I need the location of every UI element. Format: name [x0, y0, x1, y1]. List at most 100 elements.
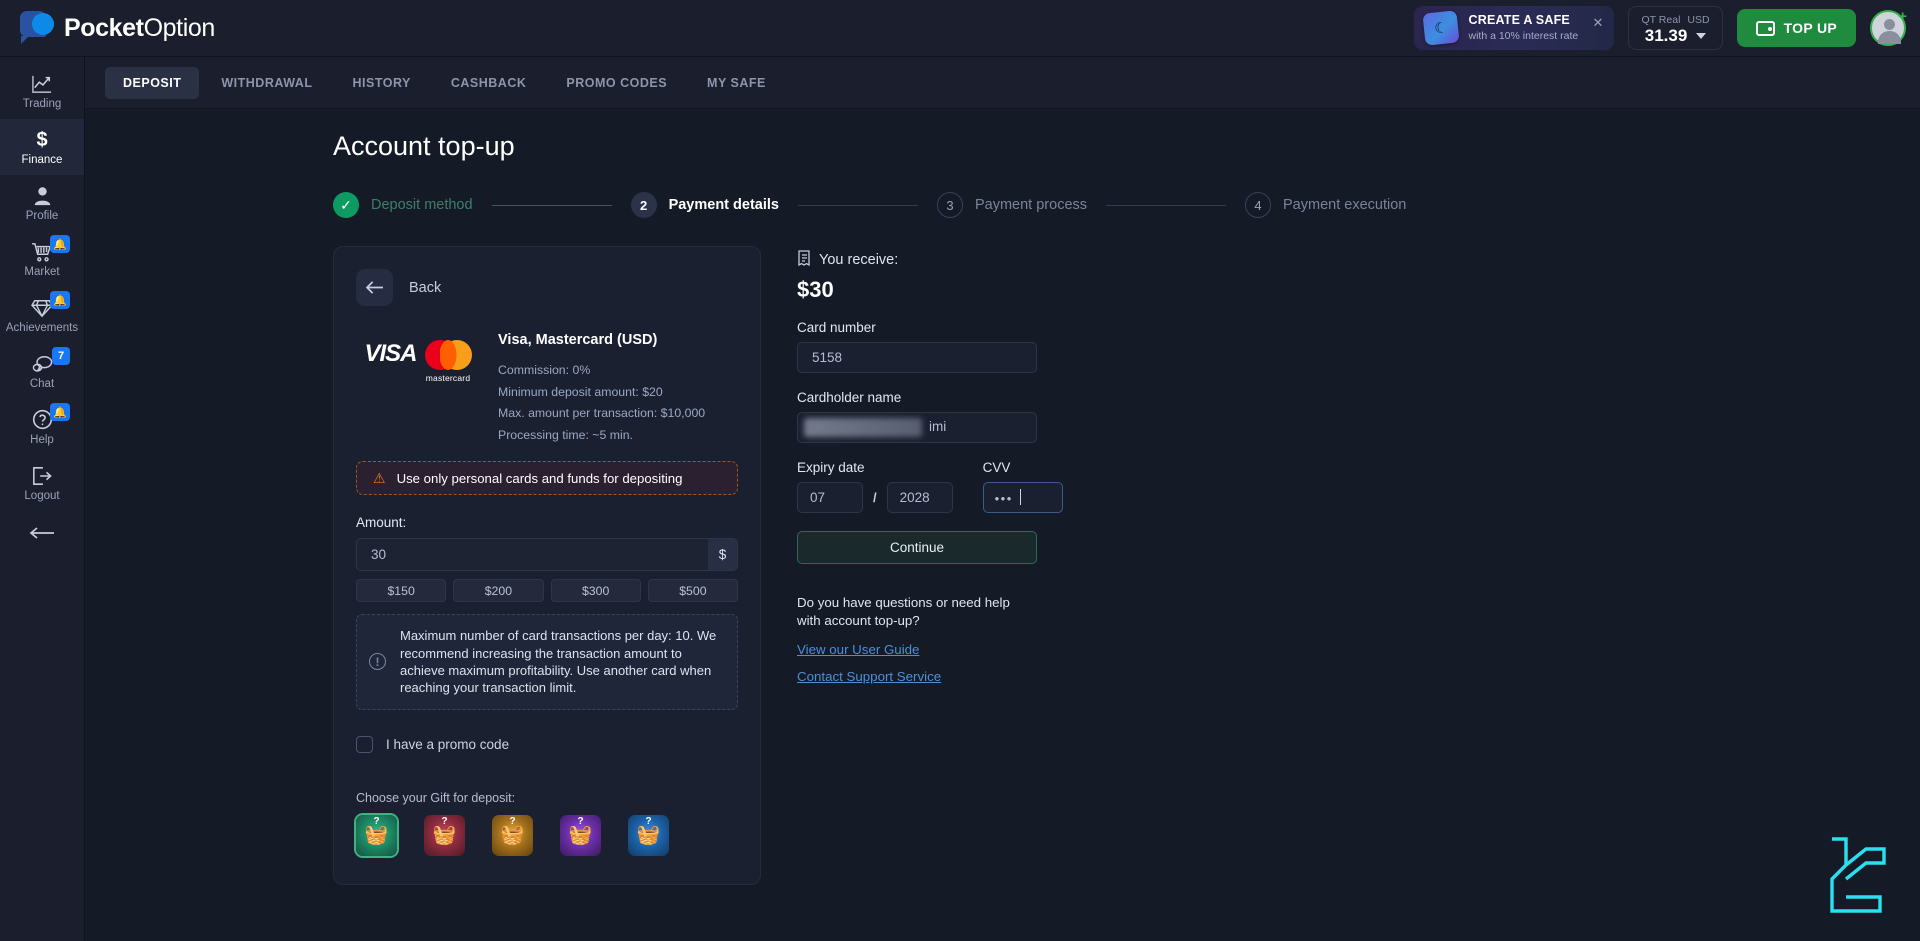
payment-method-title: Visa, Mastercard (USD) [498, 332, 658, 348]
step-deposit-method[interactable]: ✓ Deposit method [333, 192, 473, 218]
promo-code-checkbox[interactable] [356, 735, 373, 753]
gift-chest-purple[interactable]: ? 🧺 [560, 814, 601, 856]
create-safe-title: CREATE A SAFE [1468, 13, 1570, 28]
plus-icon: + [1898, 8, 1907, 25]
top-bar-right: ☾ CREATE A SAFE with a 10% interest rate… [1413, 6, 1920, 50]
amount-input[interactable] [357, 539, 708, 571]
you-receive-label: You receive: [819, 251, 899, 268]
step-payment-details[interactable]: 2 Payment details [630, 192, 779, 218]
step-connector [491, 204, 612, 206]
step-label: Payment execution [1283, 197, 1407, 213]
avatar[interactable]: + [1870, 8, 1907, 46]
sidebar-item-help[interactable]: 🔔 Help [0, 399, 84, 455]
balance-selector[interactable]: QT Real USD 31.39 [1627, 6, 1723, 50]
tab-cashback[interactable]: CASHBACK [433, 67, 545, 99]
step-number: 3 [936, 192, 963, 218]
back-label[interactable]: Back [409, 280, 441, 296]
sidebar-item-achievements[interactable]: 🔔 Achievements [0, 287, 84, 343]
safe-moon-icon: ☾ [1421, 10, 1460, 46]
transaction-limit-info: ! Maximum number of card transactions pe… [356, 614, 738, 710]
step-label: Payment details [668, 197, 779, 213]
dollar-icon: $ [36, 128, 48, 151]
preset-300-button[interactable]: $300 [550, 579, 641, 603]
transaction-limit-text: Maximum number of card transactions per … [400, 628, 717, 696]
tab-my-safe[interactable]: MY SAFE [689, 67, 784, 99]
expiry-year-input[interactable] [886, 482, 953, 513]
warning-text: Use only personal cards and funds for de… [396, 470, 683, 486]
create-safe-subtitle: with a 10% interest rate [1468, 29, 1579, 42]
sidebar-item-market[interactable]: 🔔 Market [0, 231, 84, 287]
back-button[interactable] [356, 269, 393, 306]
help-question: Do you have questions or need help with … [797, 595, 1010, 628]
personal-cards-warning: ⚠ Use only personal cards and funds for … [356, 461, 738, 496]
you-receive-amount: $30 [797, 277, 834, 302]
expiry-month-input[interactable] [797, 482, 863, 513]
close-icon[interactable]: ✕ [1592, 16, 1605, 30]
card-number-input[interactable] [797, 342, 1037, 373]
payment-brand-logos: VISA mastercard [356, 328, 480, 443]
top-up-button[interactable]: TOP UP [1736, 9, 1856, 47]
gift-chest-gold[interactable]: ? 🧺 [492, 814, 533, 856]
create-safe-banner[interactable]: ☾ CREATE A SAFE with a 10% interest rate… [1413, 6, 1614, 50]
step-check-icon: ✓ [333, 192, 359, 218]
support-service-link[interactable]: Contact Support Service [797, 669, 1045, 684]
amount-field-wrapper: $ [356, 538, 738, 572]
step-number: 4 [1245, 192, 1272, 218]
cvv-masked-value: ••• [994, 491, 1013, 506]
sidebar-item-trading[interactable]: Trading [0, 63, 84, 119]
payment-method-card: Back VISA mastercard Visa, Mastercard (U… [333, 246, 761, 885]
text-caret [1019, 489, 1021, 505]
preset-200-button[interactable]: $200 [453, 579, 544, 603]
warning-triangle-icon: ⚠ [373, 470, 386, 487]
continue-button[interactable]: Continue [797, 531, 1037, 564]
sidebar-item-label: Achievements [5, 321, 79, 334]
sidebar-item-finance[interactable]: $ Finance [0, 119, 84, 175]
tab-deposit[interactable]: DEPOSIT [105, 66, 200, 99]
gift-chest-blue[interactable]: ? 🧺 [628, 814, 669, 856]
amount-label: Amount: [356, 515, 407, 531]
finance-tabs: DEPOSIT WITHDRAWAL HISTORY CASHBACK PROM… [85, 57, 1920, 109]
account-type-label: QT Real [1641, 13, 1681, 26]
preset-500-button[interactable]: $500 [647, 579, 738, 603]
sidebar-item-label: Market [24, 265, 60, 278]
cardholder-name-label: Cardholder name [797, 390, 902, 405]
notification-badge: 🔔 [50, 235, 70, 253]
user-guide-link[interactable]: View our User Guide [797, 642, 1045, 657]
wallet-icon [1755, 20, 1775, 36]
amount-preset-buttons: $150 $200 $300 $500 [356, 579, 738, 603]
sidebar-item-label: Logout [24, 489, 60, 502]
sidebar-collapse-button[interactable] [0, 511, 84, 555]
step-payment-execution: 4 Payment execution [1245, 192, 1406, 218]
brand-name: PocketOption [64, 14, 215, 43]
gift-chest-icon: 🧺 [432, 824, 457, 846]
tab-promo-codes[interactable]: PROMO CODES [548, 67, 685, 99]
user-icon [33, 185, 52, 207]
gift-chest-icon: 🧺 [568, 824, 593, 846]
notification-badge: 🔔 [50, 291, 70, 309]
sidebar-item-chat[interactable]: 7 Chat [0, 343, 84, 399]
promo-code-row[interactable]: I have a promo code [356, 735, 738, 753]
gift-chest-green[interactable]: ? 🧺 [356, 814, 397, 856]
expiry-date-label: Expiry date [797, 460, 865, 475]
chevron-down-icon[interactable] [1696, 32, 1707, 39]
page-title: Account top-up [333, 131, 515, 161]
tab-history[interactable]: HISTORY [334, 67, 428, 99]
sidebar-item-logout[interactable]: Logout [0, 455, 84, 511]
cvv-label: CVV [982, 460, 1011, 475]
redacted-name-overlay [804, 418, 922, 437]
currency-label: USD [1687, 13, 1710, 26]
step-payment-process: 3 Payment process [936, 192, 1087, 218]
preset-150-button[interactable]: $150 [356, 579, 447, 603]
brand-logo[interactable]: PocketOption [0, 11, 215, 45]
method-processing-time: Processing time: ~5 min. [498, 427, 633, 442]
sidebar-item-label: Chat [29, 377, 55, 390]
cardholder-name-field[interactable]: imi [797, 412, 1045, 443]
gift-chest-red[interactable]: ? 🧺 [424, 814, 465, 856]
step-label: Deposit method [371, 197, 473, 213]
chat-unread-badge: 7 [52, 347, 70, 365]
sidebar-item-profile[interactable]: Profile [0, 175, 84, 231]
method-commission: Commission: 0% [498, 363, 591, 377]
logout-icon [31, 465, 53, 487]
tab-withdrawal[interactable]: WITHDRAWAL [203, 67, 330, 99]
amount-currency-suffix: $ [708, 539, 737, 571]
